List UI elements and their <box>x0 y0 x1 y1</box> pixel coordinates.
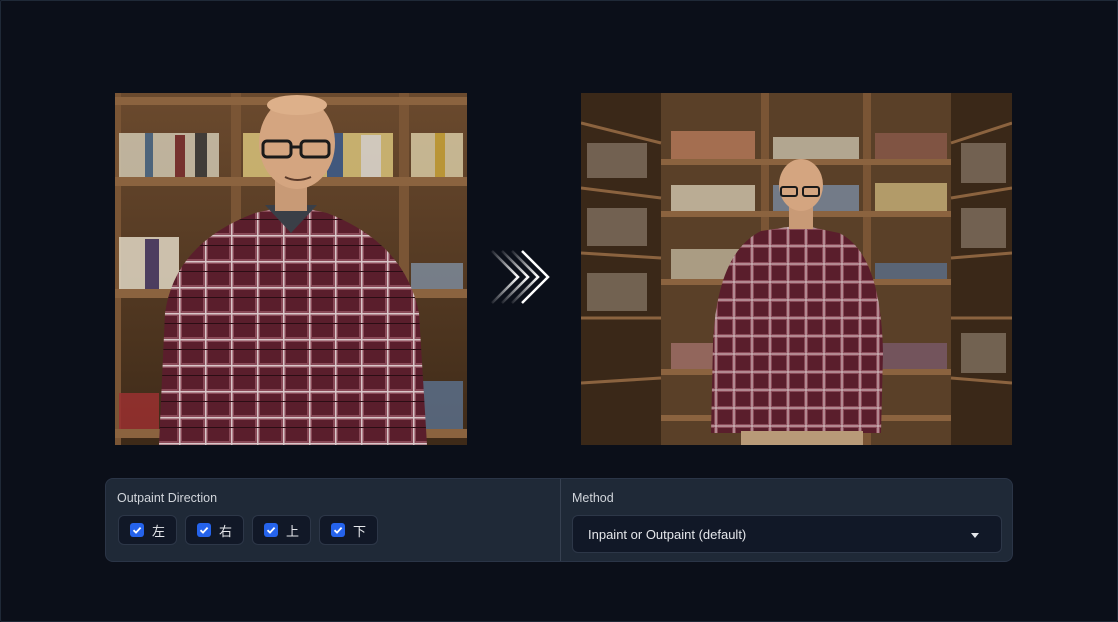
direction-up-checkbox[interactable]: 上 <box>252 515 312 545</box>
chevron-down-icon <box>971 533 979 538</box>
method-selected-value: Inpaint or Outpaint (default) <box>588 527 747 542</box>
direction-down-checkbox[interactable]: 下 <box>319 515 379 545</box>
checkmark-icon <box>130 523 144 537</box>
panel-divider <box>560 479 561 561</box>
direction-down-label: 下 <box>353 523 367 539</box>
method-dropdown[interactable]: Inpaint or Outpaint (default) <box>572 515 1002 553</box>
input-image <box>115 93 467 445</box>
outpaint-direction-label: Outpaint Direction <box>117 491 218 505</box>
controls-panel: Outpaint Direction 左 右 上 下 Method Inpain… <box>105 478 1013 562</box>
direction-up-label: 上 <box>286 523 300 539</box>
output-image <box>581 93 1012 445</box>
checkmark-icon <box>331 523 346 537</box>
direction-left-label: 左 <box>152 523 166 539</box>
checkmark-icon <box>197 523 212 537</box>
direction-right-label: 右 <box>219 523 233 539</box>
method-label: Method <box>572 491 614 505</box>
checkmark-icon <box>264 523 279 537</box>
chevron-right-icon <box>488 247 558 307</box>
outpaint-direction-group: 左 右 上 下 <box>118 515 379 545</box>
direction-right-checkbox[interactable]: 右 <box>185 515 245 545</box>
direction-left-checkbox[interactable]: 左 <box>118 515 178 545</box>
